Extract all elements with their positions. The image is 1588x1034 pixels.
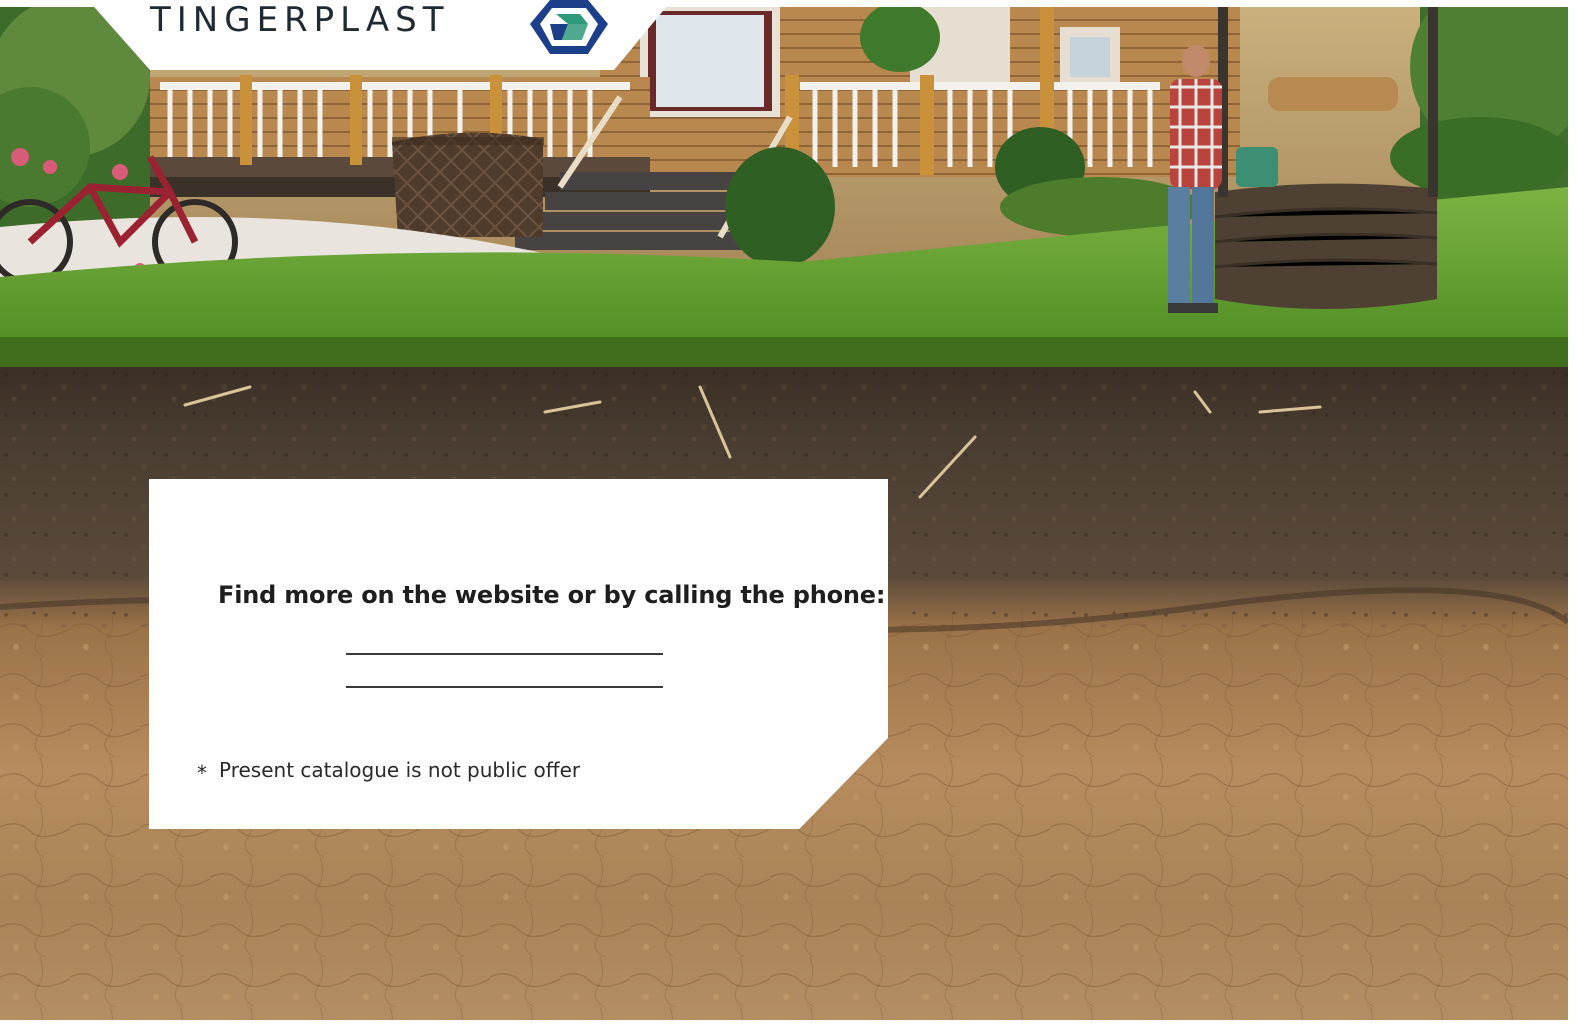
brand-name: TINGERPLAST bbox=[150, 0, 450, 40]
brand-header: TINGERPLAST bbox=[0, 0, 690, 70]
footnote-asterisk: * bbox=[197, 761, 207, 785]
disclaimer-footnote: * Present catalogue is not public offer bbox=[197, 758, 580, 785]
catalogue-back-page: TINGERPLAST Find more on the website or … bbox=[0, 0, 1588, 1034]
phone-blank-line bbox=[346, 686, 663, 688]
contact-heading: Find more on the website or by calling t… bbox=[218, 581, 886, 609]
disclaimer-text: Present catalogue is not public offer bbox=[219, 758, 581, 782]
hexagon-cube-logo-icon bbox=[530, 0, 608, 54]
contact-info-card: Find more on the website or by calling t… bbox=[149, 479, 888, 829]
website-blank-line bbox=[346, 653, 663, 655]
